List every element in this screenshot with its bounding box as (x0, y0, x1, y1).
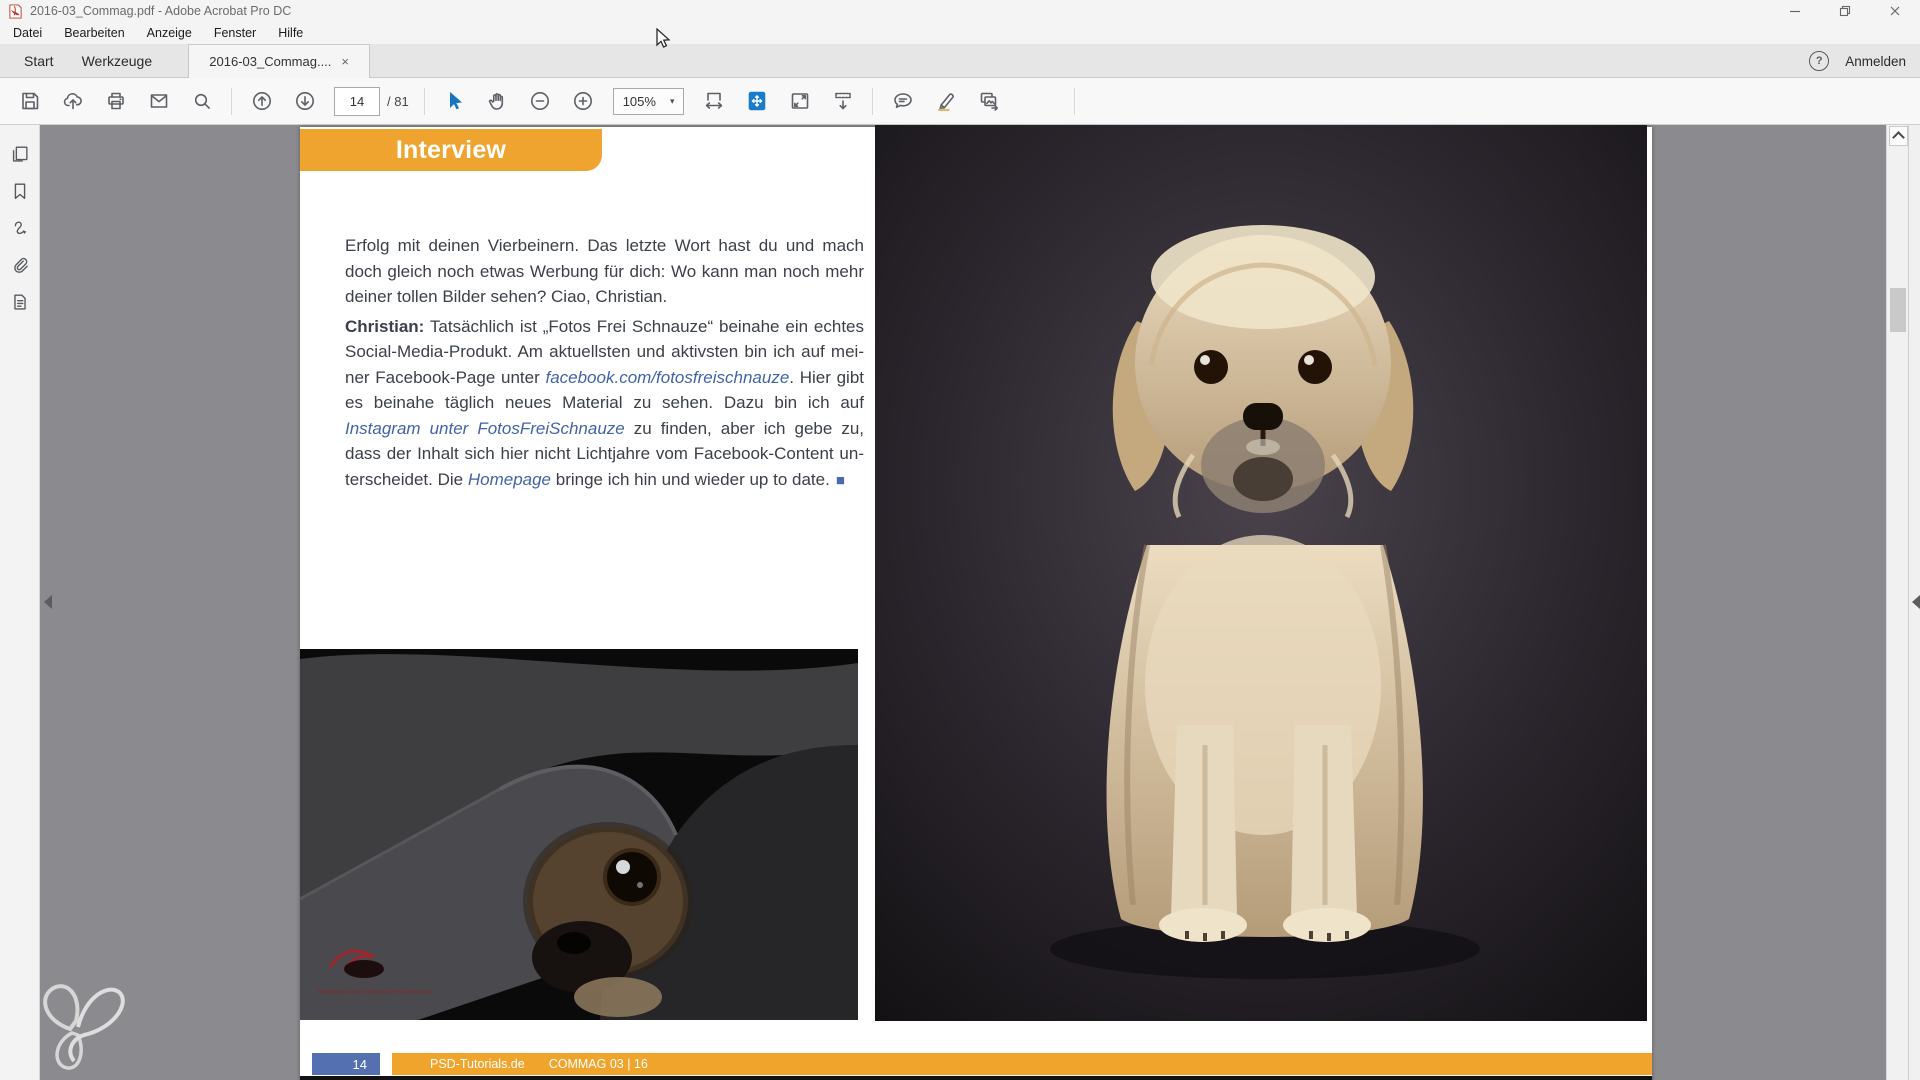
tab-start[interactable]: Start (10, 44, 68, 78)
navigation-sidebar (0, 125, 40, 1080)
toolbar-separator (872, 87, 874, 115)
close-icon[interactable] (1870, 0, 1920, 22)
content-icon[interactable] (7, 289, 33, 315)
menu-datei[interactable]: Datei (13, 26, 42, 40)
interview-question: Erfolg mit deinen Vierbeinern. Das letzt… (345, 236, 864, 306)
comment-icon[interactable] (889, 88, 916, 115)
section-banner-label: Interview (395, 135, 507, 164)
scrollbar-thumb[interactable] (1890, 288, 1906, 332)
acrobat-pdf-app-icon (9, 3, 22, 19)
document-area: Interview Erfolg mit deinen Vierbeinern.… (0, 125, 1920, 1080)
fullscreen-icon[interactable] (786, 88, 813, 115)
page-count-label: / 81 (387, 93, 409, 109)
menu-bar: Datei Bearbeiten Anzeige Fenster Hilfe (0, 22, 1920, 44)
zoom-level-value: 105% (622, 93, 656, 109)
share-icon[interactable] (975, 88, 1002, 115)
page-thumbnails-icon[interactable] (7, 141, 33, 167)
photo-watermark-text: facebook.com/FotosFreiSchnauze (318, 989, 434, 996)
signin-button[interactable]: Anmelden (1845, 54, 1906, 69)
minimize-icon[interactable] (1770, 0, 1820, 22)
photo-dog-under-blanket: facebook.com/FotosFreiSchnauze (300, 649, 858, 1020)
signatures-icon[interactable] (7, 215, 33, 241)
bookmarks-icon[interactable] (7, 178, 33, 204)
save-icon[interactable] (16, 88, 43, 115)
print-icon[interactable] (102, 88, 129, 115)
interview-text: Erfolg mit deinen Vierbeinern. Das letzt… (345, 233, 864, 493)
fit-page-icon[interactable] (743, 88, 770, 115)
help-icon[interactable]: ? (1809, 51, 1830, 71)
signin-area: ? Anmelden (1809, 44, 1906, 78)
tab-bar: Start Werkzeuge 2016-03_Commag.... × (0, 43, 1920, 78)
chevron-down-icon: ▾ (669, 95, 675, 106)
pdf-page: Interview Erfolg mit deinen Vierbeinern.… (300, 125, 1652, 1080)
tab-close-icon[interactable]: × (341, 55, 349, 68)
toolbar-separator (231, 87, 232, 115)
homepage-link[interactable]: Homepage (468, 470, 551, 489)
interview-answer: Christian: Tatsächlich ist „Fotos Frei S… (345, 314, 864, 494)
answer-segment: bringe ich hin und wieder up to date. (551, 469, 830, 489)
hand-tool-icon[interactable] (484, 88, 511, 115)
footer-brand-text: PSD-Tutorials.de (430, 1057, 525, 1071)
instagram-link[interactable]: Instagram unter FotosFreiSchnauze (345, 419, 625, 438)
menu-hilfe[interactable]: Hilfe (278, 26, 303, 40)
page-number-input[interactable] (334, 86, 380, 116)
zoom-in-icon[interactable] (570, 88, 597, 115)
vertical-scrollbar[interactable] (1886, 125, 1908, 1080)
attachments-icon[interactable] (7, 252, 33, 278)
zoom-level-select[interactable]: 105% ▾ (612, 87, 685, 115)
select-tool-icon[interactable] (441, 88, 468, 115)
fit-width-icon[interactable] (700, 88, 727, 115)
psd-tutorials-watermark-logo (43, 984, 125, 1070)
collapse-toolbar-icon[interactable] (829, 88, 856, 115)
next-page-icon[interactable] (291, 88, 318, 115)
footer-page-number-text: 14 (352, 1056, 367, 1072)
menu-anzeige[interactable]: Anzeige (147, 26, 192, 40)
tab-werkzeuge[interactable]: Werkzeuge (68, 44, 167, 78)
window-title: 2016-03_Commag.pdf - Adobe Acrobat Pro D… (30, 4, 292, 18)
right-panel-strip (1908, 125, 1920, 1080)
menu-bearbeiten[interactable]: Bearbeiten (64, 26, 124, 40)
photo-fluffy-dog (875, 125, 1647, 1021)
restore-icon[interactable] (1820, 0, 1870, 22)
toolbar-separator (1074, 87, 1076, 115)
toolbar: / 81 105% ▾ (0, 78, 1920, 125)
document-tab-label: 2016-03_Commag.... (209, 53, 332, 69)
facebook-link[interactable]: facebook.com/fotosfreischnauze (545, 368, 789, 387)
highlight-icon[interactable] (932, 88, 959, 115)
scroll-up-button[interactable] (1889, 126, 1908, 146)
mouse-cursor (656, 28, 671, 48)
previous-page-icon[interactable] (248, 88, 275, 115)
cloud-upload-icon[interactable] (59, 88, 86, 115)
toolbar-separator (423, 87, 425, 115)
sidebar-collapse-handle[interactable] (44, 595, 52, 609)
next-image-strip (300, 1076, 1652, 1080)
page-footer-number: 14 (312, 1053, 380, 1075)
page-footer-bar: PSD-Tutorials.de COMMAG 03 | 16 (392, 1053, 1652, 1075)
search-icon[interactable] (188, 88, 215, 115)
end-mark: ■ (835, 471, 845, 489)
title-bar: 2016-03_Commag.pdf - Adobe Acrobat Pro D… (0, 0, 1920, 22)
section-banner: Interview (300, 129, 602, 171)
tab-document[interactable]: 2016-03_Commag.... × (188, 43, 371, 78)
menu-fenster[interactable]: Fenster (214, 26, 256, 40)
chevron-up-icon (1892, 131, 1905, 144)
zoom-out-icon[interactable] (527, 88, 554, 115)
email-icon[interactable] (145, 88, 172, 115)
footer-issue-text: COMMAG 03 | 16 (548, 1057, 648, 1071)
acrobat-window: 2016-03_Commag.pdf - Adobe Acrobat Pro D… (0, 0, 1920, 1080)
right-panel-collapse-handle[interactable] (1912, 595, 1920, 609)
speaker-label: Christian: (345, 316, 425, 336)
